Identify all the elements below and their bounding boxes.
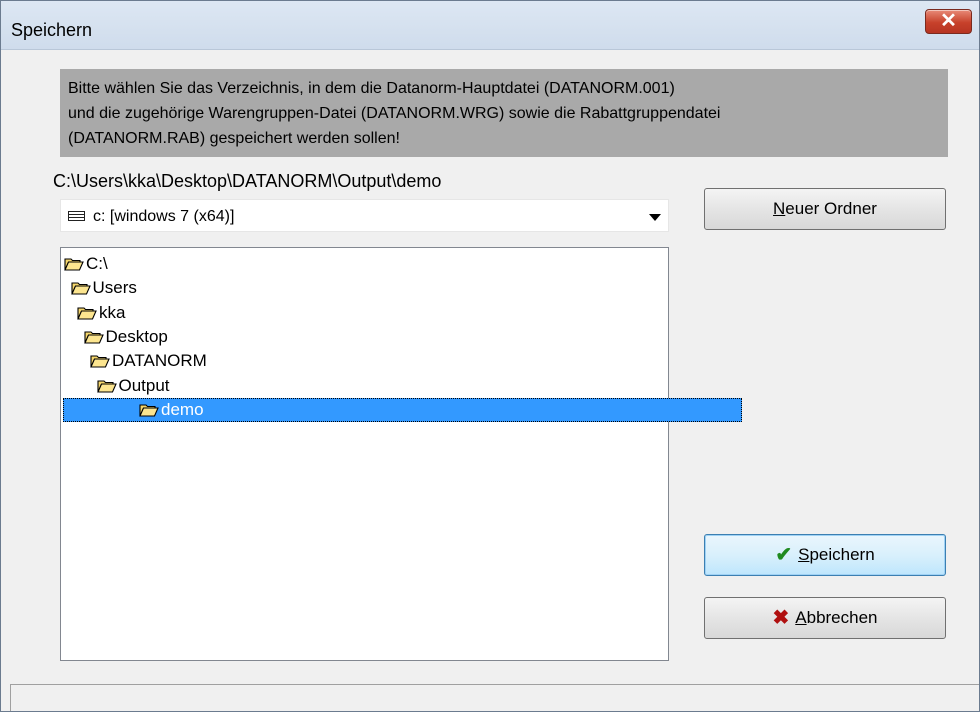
chevron-down-icon[interactable] bbox=[649, 214, 661, 221]
tree-item[interactable]: C:\ bbox=[64, 252, 108, 276]
tree-item[interactable]: kka bbox=[77, 301, 125, 325]
new-folder-button[interactable]: Neuer Ordner bbox=[704, 188, 946, 230]
save-dialog: Speichern ✕ Bitte wählen Sie das Verzeic… bbox=[0, 0, 980, 712]
folder-open-icon bbox=[90, 354, 110, 368]
tree-item[interactable]: Users bbox=[70, 276, 137, 300]
x-icon: ✖ bbox=[772, 607, 790, 629]
folder-tree[interactable]: C:\ Users kka Desktop DATANORM Output demo bbox=[60, 247, 742, 661]
tree-item-label: demo bbox=[161, 399, 204, 419]
new-folder-label: euer Ordner bbox=[785, 199, 877, 218]
tree-item-label: Desktop bbox=[105, 326, 168, 346]
tree-item-label: DATANORM bbox=[112, 351, 207, 371]
save-button[interactable]: ✔ Speichern bbox=[704, 534, 946, 576]
cancel-label: bbrechen bbox=[806, 608, 878, 627]
instruction-line: (DATANORM.RAB) gespeichert werden sollen… bbox=[68, 130, 400, 147]
folder-open-icon bbox=[64, 257, 84, 271]
save-label: peichern bbox=[809, 545, 875, 564]
folder-open-icon bbox=[96, 379, 117, 393]
drive-select-value: c: [windows 7 (x64)] bbox=[93, 208, 235, 225]
folder-open-icon bbox=[77, 306, 97, 320]
close-button[interactable]: ✕ bbox=[925, 9, 972, 34]
new-folder-accel: N bbox=[773, 199, 786, 218]
instruction-panel: Bitte wählen Sie das Verzeichnis, in dem… bbox=[60, 69, 948, 157]
instruction-line: Bitte wählen Sie das Verzeichnis, in dem… bbox=[68, 80, 675, 97]
tree-item[interactable]: DATANORM bbox=[90, 349, 207, 373]
tree-item-label: Users bbox=[92, 278, 137, 298]
folder-open-icon bbox=[70, 281, 91, 295]
instruction-line: und die zugehörige Warengruppen-Datei (D… bbox=[68, 105, 721, 122]
title-bar: Speichern ✕ bbox=[1, 1, 979, 50]
close-icon: ✕ bbox=[940, 10, 957, 32]
drive-icon bbox=[68, 211, 85, 221]
tree-item[interactable]: Desktop bbox=[83, 325, 168, 349]
folder-open-icon bbox=[83, 330, 104, 344]
checkmark-icon: ✔ bbox=[775, 544, 793, 566]
cancel-accel: A bbox=[795, 608, 807, 627]
tree-item-label: kka bbox=[99, 302, 126, 322]
tree-item[interactable]: demo bbox=[63, 397, 742, 422]
save-accel: S bbox=[798, 545, 810, 564]
folder-open-icon bbox=[139, 403, 159, 417]
tree-item[interactable]: Output bbox=[96, 374, 170, 398]
current-path: C:\Users\kka\Desktop\DATANORM\Output\dem… bbox=[53, 171, 442, 191]
tree-item-label: C:\ bbox=[86, 254, 108, 273]
window-title: Speichern bbox=[11, 20, 93, 40]
tree-item-label: Output bbox=[118, 375, 170, 395]
cancel-button[interactable]: ✖ Abbrechen bbox=[704, 597, 946, 639]
drive-select[interactable]: c: [windows 7 (x64)] bbox=[60, 199, 669, 232]
status-bar bbox=[10, 684, 979, 711]
